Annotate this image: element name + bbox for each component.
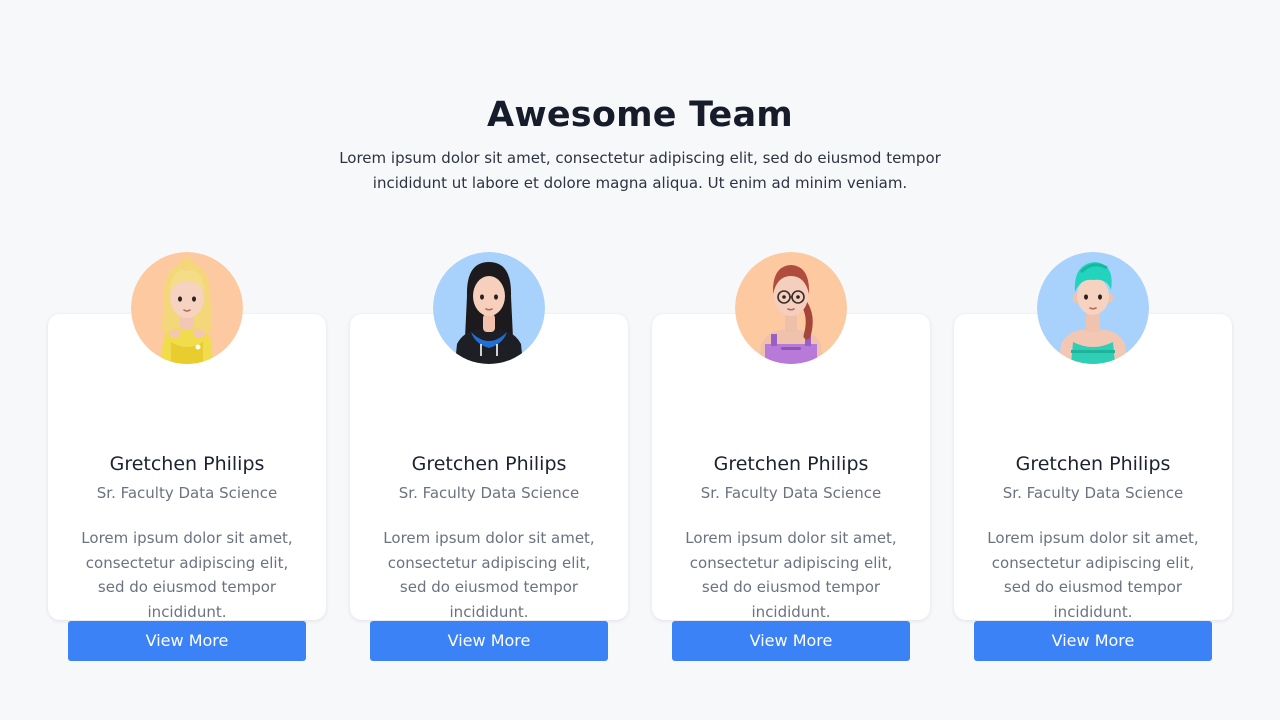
member-name: Gretchen Philips — [411, 453, 567, 475]
view-more-button[interactable]: View More — [370, 621, 608, 661]
member-name: Gretchen Philips — [1015, 453, 1171, 475]
team-card: Gretchen Philips Sr. Faculty Data Scienc… — [350, 252, 628, 661]
woman-dark-hair-hoodie-avatar-icon — [433, 252, 545, 364]
view-more-button[interactable]: View More — [672, 621, 910, 661]
team-section: Awesome Team Lorem ipsum dolor sit amet,… — [0, 0, 1280, 720]
man-teal-hair-avatar-icon — [1037, 252, 1149, 364]
member-role: Sr. Faculty Data Science — [1002, 484, 1184, 502]
team-cards: Gretchen Philips Sr. Faculty Data Scienc… — [48, 252, 1232, 661]
member-role: Sr. Faculty Data Science — [700, 484, 882, 502]
woman-blonde-avatar-icon — [131, 252, 243, 364]
view-more-button[interactable]: View More — [974, 621, 1212, 661]
team-card: Gretchen Philips Sr. Faculty Data Scienc… — [652, 252, 930, 661]
section-header: Awesome Team Lorem ipsum dolor sit amet,… — [0, 94, 1280, 196]
team-card: Gretchen Philips Sr. Faculty Data Scienc… — [954, 252, 1232, 661]
woman-glasses-avatar-icon — [735, 252, 847, 364]
member-description: Lorem ipsum dolor sit amet, consectetur … — [383, 529, 595, 621]
member-role: Sr. Faculty Data Science — [398, 484, 580, 502]
member-description: Lorem ipsum dolor sit amet, consectetur … — [987, 529, 1199, 621]
member-description: Lorem ipsum dolor sit amet, consectetur … — [81, 529, 293, 621]
member-name: Gretchen Philips — [713, 453, 869, 475]
member-description: Lorem ipsum dolor sit amet, consectetur … — [685, 529, 897, 621]
member-name: Gretchen Philips — [109, 453, 265, 475]
section-title: Awesome Team — [487, 95, 793, 135]
section-subtitle: Lorem ipsum dolor sit amet, consectetur … — [339, 149, 941, 192]
team-card: Gretchen Philips Sr. Faculty Data Scienc… — [48, 252, 326, 661]
member-role: Sr. Faculty Data Science — [96, 484, 278, 502]
view-more-button[interactable]: View More — [68, 621, 306, 661]
